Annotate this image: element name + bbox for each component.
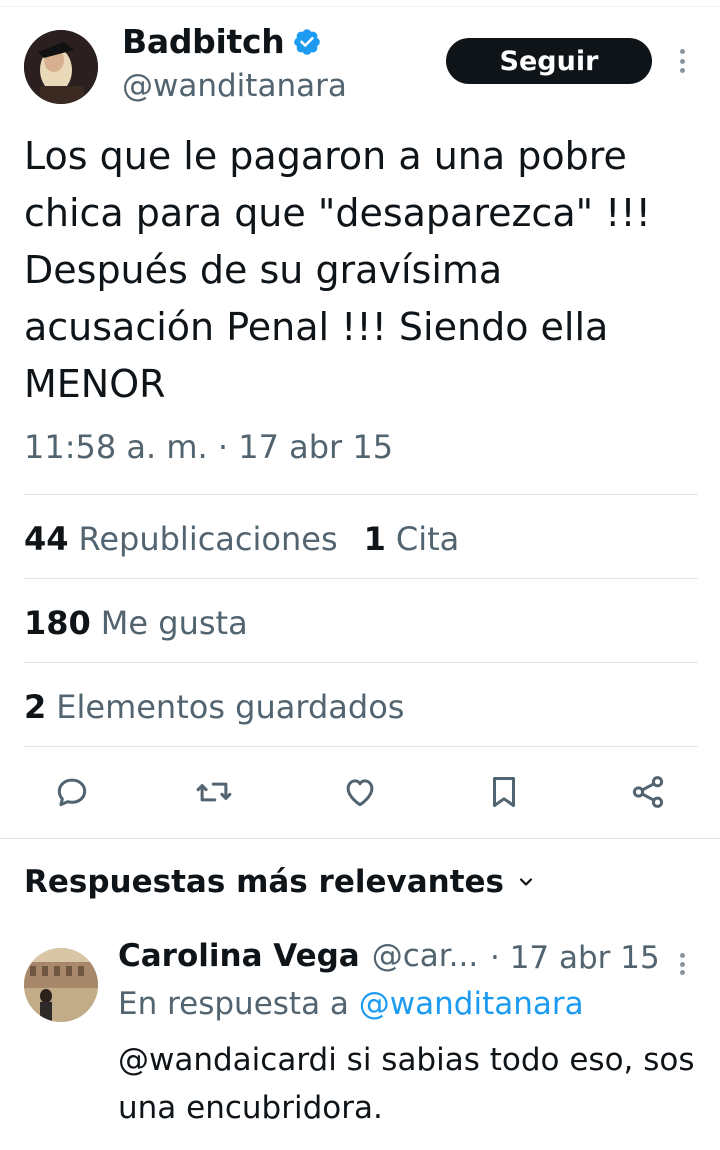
tweet-timestamp[interactable]: 11:58 a. m. · 17 abr 15	[24, 428, 393, 466]
divider	[24, 662, 698, 663]
author-avatar[interactable]	[24, 30, 98, 104]
follow-button[interactable]: Seguir	[446, 38, 652, 84]
author-display-name[interactable]: Badbitch	[122, 22, 285, 61]
tweet-text: Los que le pagaron a una pobre chica par…	[24, 134, 651, 406]
divider	[24, 746, 698, 747]
divider	[24, 578, 698, 579]
reply-more-options-icon[interactable]	[672, 950, 692, 978]
bookmarks-count: 2	[24, 688, 47, 726]
reply-prefix: En respuesta a	[118, 986, 349, 1022]
reposts-label[interactable]: Republicaciones	[79, 520, 338, 558]
quotes-label[interactable]: Cita	[396, 520, 459, 558]
reply-context: En respuesta a @wanditanara	[118, 986, 584, 1022]
like-icon[interactable]	[340, 772, 380, 812]
reply-text: @wandaicardi si sabias todo eso, sos una…	[118, 1042, 695, 1126]
author-name-row: Badbitch	[122, 22, 322, 61]
repost-icon[interactable]	[194, 772, 234, 812]
reply-date[interactable]: · 17 abr 15	[490, 940, 660, 976]
tweet-detail-page: Badbitch @wanditanara Seguir Los que le …	[0, 0, 720, 1150]
reply-header: Carolina Vega @car...	[118, 938, 478, 974]
author-handle[interactable]: @wanditanara	[122, 68, 347, 104]
replies-sort-label: Respuestas más relevantes	[24, 864, 504, 900]
quotes-count[interactable]: 1	[364, 520, 386, 558]
reposts-count[interactable]: 44	[24, 520, 69, 558]
bookmarks-label: Elementos guardados	[56, 688, 405, 726]
reply-author-name[interactable]: Carolina Vega	[118, 938, 360, 974]
section-divider	[0, 838, 720, 839]
more-options-icon[interactable]	[672, 46, 692, 76]
bookmarks-row[interactable]: 2 Elementos guardados	[24, 688, 404, 726]
share-icon[interactable]	[628, 772, 668, 812]
reposts-quotes-row: 44 Republicaciones 1 Cita	[24, 520, 459, 558]
likes-count: 180	[24, 604, 91, 642]
divider	[24, 494, 698, 495]
reply-author-avatar[interactable]	[24, 948, 98, 1022]
verified-badge-icon	[294, 28, 321, 55]
likes-row[interactable]: 180 Me gusta	[24, 604, 248, 642]
likes-label: Me gusta	[100, 604, 248, 642]
replies-sort-dropdown[interactable]: Respuestas más relevantes	[24, 864, 536, 900]
reply-icon[interactable]	[52, 772, 92, 812]
top-divider	[0, 6, 720, 7]
reply-author-handle[interactable]: @car...	[372, 938, 479, 974]
reply-target-link[interactable]: @wanditanara	[359, 986, 584, 1022]
bookmark-icon[interactable]	[484, 772, 524, 812]
chevron-down-icon	[519, 878, 533, 886]
